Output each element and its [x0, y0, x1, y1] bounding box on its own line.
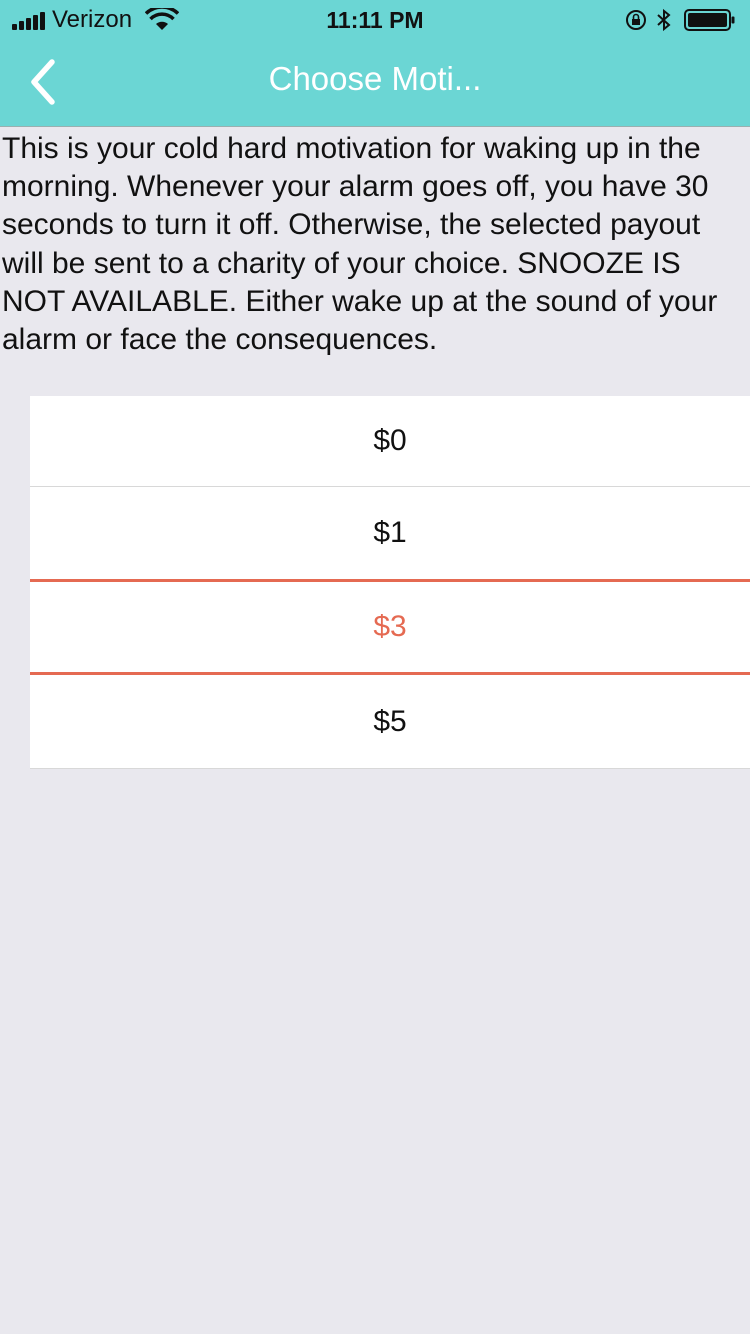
bluetooth-icon: [657, 8, 671, 32]
payout-option-3-selected[interactable]: $3: [30, 579, 750, 675]
rotation-lock-icon: [626, 10, 646, 30]
payout-option-1[interactable]: $1: [30, 487, 750, 579]
page-title: Choose Moti...: [268, 60, 482, 97]
payout-option-5[interactable]: $5: [30, 675, 750, 769]
motivation-description: This is your cold hard motivation for wa…: [2, 132, 718, 357]
status-bar: Verizon 11:11 PM: [0, 0, 750, 40]
payout-option-0[interactable]: $0: [30, 396, 750, 487]
payout-options-list: $0 $1 $3 $5: [30, 396, 750, 769]
nav-bar: Choose Moti...: [0, 40, 750, 127]
battery-icon: [684, 9, 735, 31]
header: Verizon 11:11 PM Choose Moti...: [0, 0, 750, 127]
